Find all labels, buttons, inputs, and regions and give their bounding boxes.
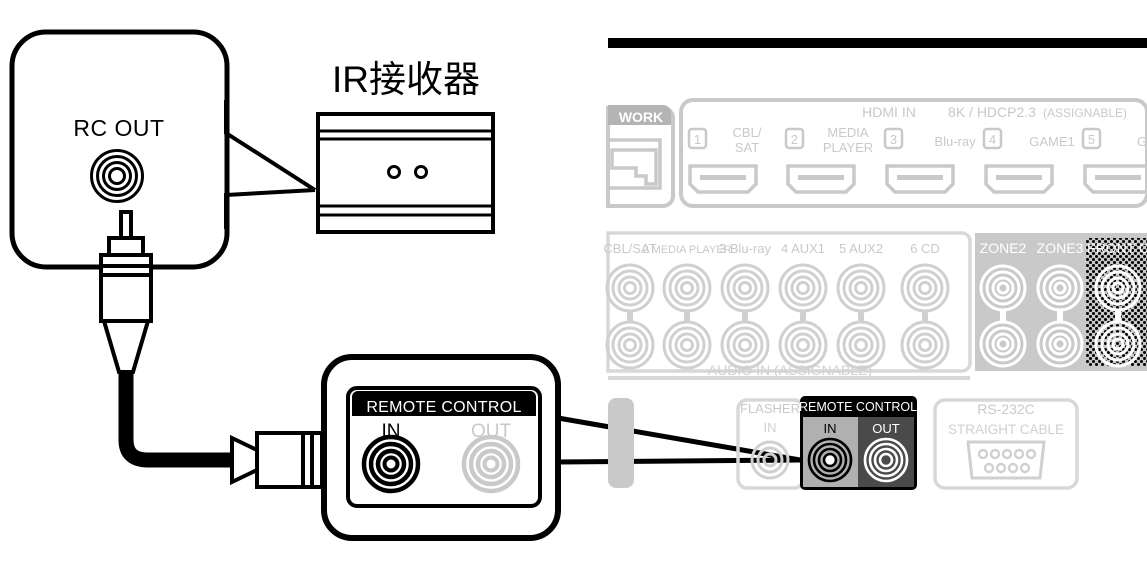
panel-left-fragment-shape <box>608 398 634 488</box>
hdmi-port-3-connector-slot <box>897 175 943 180</box>
hdmi-port-2-connector-slot <box>798 175 844 180</box>
hdmi-port-1-name-line2: SAT <box>735 140 759 155</box>
plug-collar-vertical <box>107 236 145 257</box>
audio-channel-3-label: 3 Blu-ray <box>719 241 772 256</box>
plug-body-horizontal <box>255 431 305 489</box>
flasher-group-label: FLASHER <box>740 401 800 416</box>
hdmi-port-5-number: 5 <box>1088 132 1095 147</box>
audio-channel-1-bridge <box>627 311 633 322</box>
hdmi-port-4-number: 4 <box>989 132 996 147</box>
zone-front-block: ZONE2 ZONE3 FRONT C <box>975 233 1147 371</box>
audio-channel-5-bridge <box>858 311 864 322</box>
hdmi-port-3-number: 3 <box>890 132 897 147</box>
rs232c-group-label: RS-232C <box>977 401 1035 417</box>
hdmi-port-1-name-line1: CBL/ <box>733 125 762 140</box>
hdmi-port-1-number: 1 <box>694 132 701 147</box>
hdmi-port-4-connector-slot <box>996 175 1042 180</box>
rs232c-sub-label: STRAIGHT CABLE <box>948 422 1064 437</box>
audio-channel-3-bridge <box>742 311 748 322</box>
diagram-root: RC OUT IR接收器 REMOTE CONTROL IN OUT WORK … <box>0 0 1147 561</box>
hdmi-spec-label: 8K / HDCP2.3 <box>948 104 1036 120</box>
callout-header-label: REMOTE CONTROL <box>366 399 521 416</box>
panel-left-fragment <box>608 398 634 488</box>
rear-remote-control-block: REMOTE CONTROL IN OUT <box>799 396 917 490</box>
front-label: FRONT C <box>1087 240 1147 256</box>
plug-pin-vertical <box>119 210 133 240</box>
rear-remote-jack-out: OUT <box>858 417 914 487</box>
audio-channel-4-bridge <box>800 311 806 322</box>
zone3-label: ZONE3 <box>1037 240 1084 256</box>
zone2-label: ZONE2 <box>980 240 1027 256</box>
hdmi-port-6-name-line1: G <box>1137 134 1147 149</box>
rear-remote-jack-in-label: IN <box>824 421 837 436</box>
zone3-bridge <box>1057 311 1063 322</box>
front-bridge <box>1115 311 1121 322</box>
rear-remote-jack-in: IN <box>803 417 858 487</box>
audio-in-group-label: AUDIO IN (ASSIGNABLE) <box>708 362 872 378</box>
plug-body-vertical <box>99 273 153 323</box>
zone2-bridge <box>1000 311 1006 322</box>
rear-panel-top-bar <box>608 38 1147 48</box>
hdmi-port-2-name-line1: MEDIA <box>827 125 869 140</box>
hdmi-port-2-number: 2 <box>791 132 798 147</box>
hdmi-port-4-name-line1: Blu-ray <box>934 134 976 149</box>
hdmi-port-1-connector-slot <box>700 175 746 180</box>
hdmi-assignable-label: (ASSIGNABLE) <box>1043 106 1127 120</box>
audio-channel-6-bridge <box>922 311 928 322</box>
hdmi-group-label: HDMI IN <box>862 104 916 120</box>
ir-receiver-title: IR接收器 <box>332 59 480 100</box>
audio-channel-5-label: 5 AUX2 <box>839 241 883 256</box>
rc-out-label: RC OUT <box>73 115 164 141</box>
connection-diagram: RC OUT IR接收器 REMOTE CONTROL IN OUT WORK … <box>0 0 1147 561</box>
ir-receiver: IR接收器 <box>316 59 495 234</box>
hdmi-port-5-name-line1: GAME1 <box>1029 134 1075 149</box>
ir-receiver-led-1-icon <box>387 165 401 179</box>
audio-channel-4-label: 4 AUX1 <box>781 241 825 256</box>
audio-channel-6-label: 6 CD <box>910 241 940 256</box>
hdmi-port-5-connector-slot <box>1095 175 1141 180</box>
flasher-jack-label: IN <box>764 420 777 435</box>
callout-panel: REMOTE CONTROL IN OUT <box>321 354 561 541</box>
rear-remote-jack-out-label: OUT <box>872 421 900 436</box>
hdmi-port-2-name-line2: PLAYER <box>823 140 873 155</box>
ir-receiver-led-2-icon <box>414 165 428 179</box>
audio-channel-2-bridge <box>684 311 690 322</box>
rear-remote-control-group-label: REMOTE CONTROL <box>799 400 917 414</box>
network-label: WORK <box>619 109 663 125</box>
